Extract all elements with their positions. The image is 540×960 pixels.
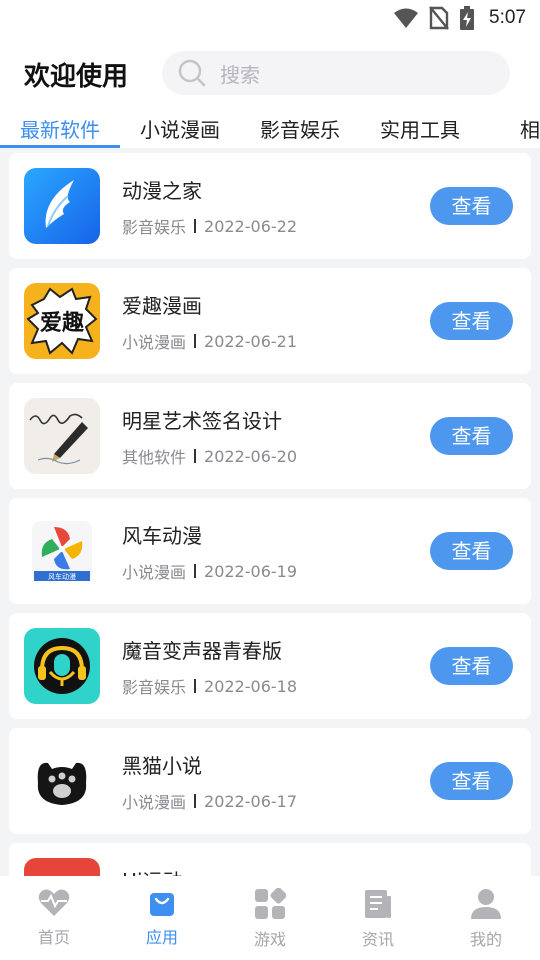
nav-profile[interactable]: 我的 [432, 876, 540, 960]
view-button[interactable]: 查看 [430, 762, 513, 800]
comic-icon-text: 爱趣 [40, 310, 84, 336]
app-name: 爱趣漫画 [122, 294, 202, 318]
tab-camera[interactable]: 相机 [480, 114, 540, 148]
tab-novel-comic[interactable]: 小说漫画 [120, 114, 240, 148]
status-bar: 5:07 [0, 0, 540, 36]
tab-utilities[interactable]: 实用工具 [360, 114, 480, 148]
divider [194, 564, 197, 578]
app-meta: 其他软件 2022-06-20 [122, 444, 297, 468]
app-category: 其他软件 [122, 448, 187, 467]
app-card[interactable]: 魔音变声器青春版 影音娱乐 2022-06-18 查看 [9, 613, 531, 719]
nav-label: 资讯 [361, 930, 394, 949]
app-category: 小说漫画 [122, 793, 187, 812]
nav-label: 首页 [37, 928, 70, 947]
app-meta: 小说漫画 2022-06-17 [122, 789, 297, 813]
app-name: Hi运动 [122, 865, 183, 876]
search-icon [178, 59, 206, 87]
divider [194, 219, 197, 233]
nav-apps[interactable]: 应用 [108, 876, 216, 960]
view-button[interactable]: 查看 [430, 532, 513, 570]
user-icon [471, 889, 501, 919]
app-category: 影音娱乐 [122, 218, 187, 237]
tab-latest-software[interactable]: 最新软件 [0, 114, 120, 148]
page-title: 欢迎使用 [24, 62, 129, 92]
blue-wing-icon [24, 168, 100, 244]
clock-time: 5:07 [489, 7, 526, 28]
view-button[interactable]: 查看 [430, 187, 513, 225]
microphone-headset-icon [24, 628, 100, 704]
app-date: 2022-06-22 [204, 216, 297, 236]
view-button[interactable]: 查看 [430, 302, 513, 340]
app-name: 动漫之家 [122, 179, 202, 203]
view-button[interactable]: 查看 [430, 417, 513, 455]
news-icon [365, 890, 391, 918]
battery-charging-icon [460, 6, 475, 30]
app-name: 魔音变声器青春版 [122, 639, 282, 663]
no-sim-icon [429, 6, 449, 30]
app-name: 明星艺术签名设计 [122, 409, 282, 433]
search-placeholder: 搜索 [220, 62, 260, 87]
app-name: 黑猫小说 [122, 754, 202, 778]
nav-label: 游戏 [253, 930, 286, 949]
pinwheel-icon: 风车动漫 [24, 513, 100, 589]
app-list: 动漫之家 影音娱乐 2022-06-22 查看 爱趣 爱趣漫画 小说漫画 202… [9, 153, 531, 876]
app-card[interactable]: 风车动漫 风车动漫 小说漫画 2022-06-19 查看 [9, 498, 531, 604]
app-category: 小说漫画 [122, 333, 187, 352]
divider [194, 334, 197, 348]
app-date: 2022-06-21 [204, 331, 297, 351]
signature-pen-icon [24, 398, 100, 474]
header: 欢迎使用 搜索 最新软件 小说漫画 影音娱乐 实用工具 相机 [0, 36, 540, 148]
divider [194, 679, 197, 693]
shopping-bag-icon [150, 893, 174, 916]
app-card[interactable]: 动漫之家 影音娱乐 2022-06-22 查看 [9, 153, 531, 259]
nav-news[interactable]: 资讯 [324, 876, 432, 960]
app-date: 2022-06-19 [204, 561, 297, 581]
app-date: 2022-06-18 [204, 676, 297, 696]
view-button[interactable]: 查看 [430, 647, 513, 685]
search-input[interactable]: 搜索 [162, 51, 510, 95]
cat-paw-icon [24, 743, 100, 819]
bottom-navigation: 首页 应用 游戏 资讯 我的 [0, 876, 540, 960]
app-meta: 小说漫画 2022-06-21 [122, 329, 297, 353]
app-card[interactable]: Hi运动 [9, 843, 531, 876]
app-card[interactable]: 明星艺术签名设计 其他软件 2022-06-20 查看 [9, 383, 531, 489]
app-category: 影音娱乐 [122, 678, 187, 697]
app-date: 2022-06-17 [204, 791, 297, 811]
nav-label: 我的 [469, 930, 502, 949]
divider [194, 449, 197, 463]
app-category: 小说漫画 [122, 563, 187, 582]
category-tabs: 最新软件 小说漫画 影音娱乐 实用工具 相机 [0, 114, 540, 148]
app-card[interactable]: 黑猫小说 小说漫画 2022-06-17 查看 [9, 728, 531, 834]
app-meta: 影音娱乐 2022-06-18 [122, 674, 297, 698]
nav-label: 应用 [145, 928, 178, 947]
grid-icon [255, 888, 286, 919]
comic-burst-icon: 爱趣 [24, 283, 100, 359]
red-app-icon [24, 858, 100, 876]
tab-video-entertainment[interactable]: 影音娱乐 [240, 114, 360, 148]
nav-home[interactable]: 首页 [0, 876, 108, 960]
app-card[interactable]: 爱趣 爱趣漫画 小说漫画 2022-06-21 查看 [9, 268, 531, 374]
heart-icon [38, 889, 70, 916]
app-name: 风车动漫 [122, 524, 202, 548]
wifi-icon [394, 8, 419, 28]
divider [194, 794, 197, 808]
app-meta: 小说漫画 2022-06-19 [122, 559, 297, 583]
app-date: 2022-06-20 [204, 446, 297, 466]
app-meta: 影音娱乐 2022-06-22 [122, 214, 297, 238]
pinwheel-icon-text: 风车动漫 [48, 572, 76, 581]
nav-games[interactable]: 游戏 [216, 876, 324, 960]
